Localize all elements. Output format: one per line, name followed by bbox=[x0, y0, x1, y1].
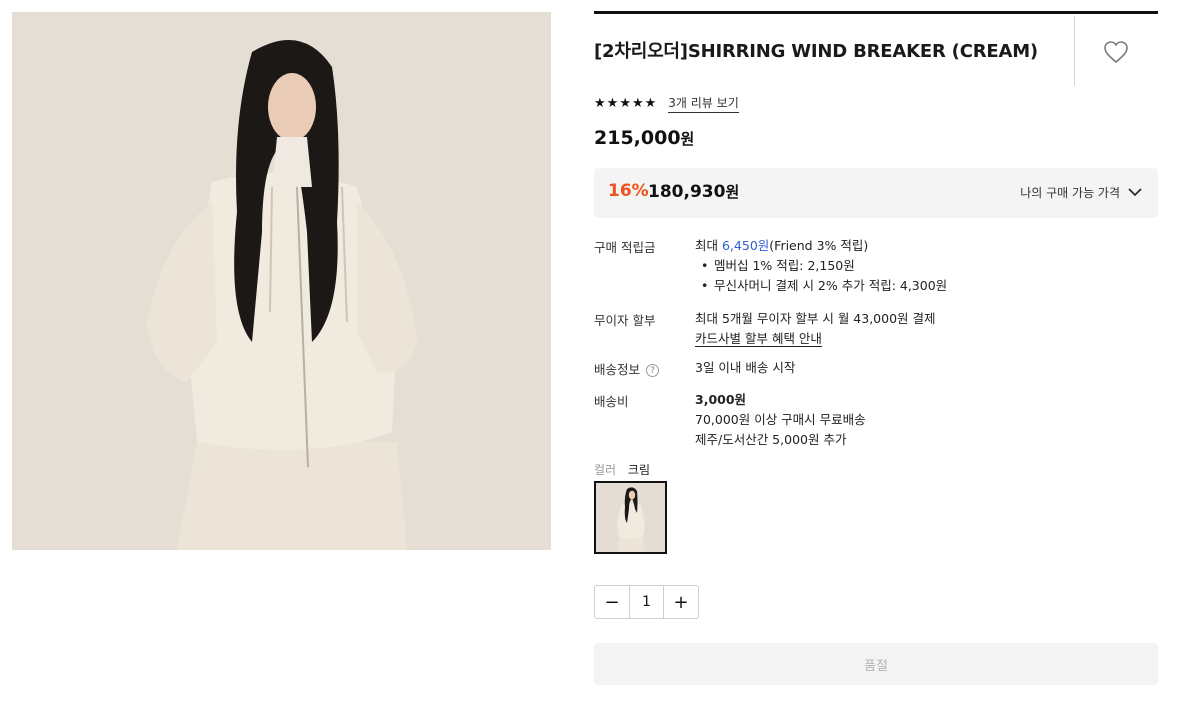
my-price-dropdown[interactable]: 나의 구매 가능 가격 bbox=[1020, 184, 1142, 201]
color-label: 컬러 bbox=[594, 463, 617, 477]
installment-label: 무이자 할부 bbox=[594, 313, 656, 328]
original-price: 215,000원 bbox=[594, 127, 694, 149]
points-prefix: 최대 bbox=[695, 238, 722, 253]
discount-rate: 16% bbox=[608, 181, 649, 201]
swatch-thumbnail bbox=[596, 483, 665, 552]
color-swatch-cream[interactable] bbox=[594, 481, 667, 554]
delivery-label: 배송정보 bbox=[594, 362, 641, 377]
color-value: 크림 bbox=[627, 463, 651, 477]
shipping-fee-amount: 3,000원 bbox=[695, 392, 747, 407]
points-suffix: (Friend 3% 적립) bbox=[769, 238, 869, 253]
question-circle-icon[interactable]: ? bbox=[646, 364, 660, 377]
points-value: 최대 6,450원(Friend 3% 적립) 멤버십 1% 적립: 2,150… bbox=[695, 236, 947, 296]
discount-price: 180,930원 bbox=[648, 181, 739, 202]
discount-price-amount: 180,930 bbox=[648, 182, 726, 202]
title-divider bbox=[1074, 16, 1075, 86]
discount-box: 16% 180,930원 나의 구매 가능 가격 bbox=[594, 168, 1158, 218]
star-icon: ★ bbox=[631, 95, 644, 111]
shipping-fee-label: 배송비 bbox=[594, 394, 629, 409]
quantity-value[interactable]: 1 bbox=[629, 586, 664, 618]
original-price-unit: 원 bbox=[680, 130, 695, 148]
original-price-amount: 215,000 bbox=[594, 127, 681, 149]
my-price-label: 나의 구매 가능 가격 bbox=[1020, 186, 1120, 200]
product-info-panel: [2차리오더]SHIRRING WIND BREAKER (CREAM) ★ ★… bbox=[594, 0, 1158, 707]
product-title: [2차리오더]SHIRRING WIND BREAKER (CREAM) bbox=[594, 41, 1038, 62]
shipping-extra: 제주/도서산간 5,000원 추가 bbox=[695, 432, 847, 447]
installment-value: 최대 5개월 무이자 할부 시 월 43,000원 결제 카드사별 할부 혜택 … bbox=[695, 309, 936, 349]
product-photo-illustration bbox=[12, 12, 551, 550]
points-item-membership: 멤버십 1% 적립: 2,150원 bbox=[701, 256, 947, 276]
installment-benefit-link[interactable]: 카드사별 할부 혜택 안내 bbox=[695, 331, 822, 347]
decrease-quantity-button[interactable]: − bbox=[595, 586, 629, 618]
installment-text: 최대 5개월 무이자 할부 시 월 43,000원 결제 bbox=[695, 311, 936, 326]
points-label: 구매 적립금 bbox=[594, 240, 656, 255]
discount-price-unit: 원 bbox=[725, 183, 740, 201]
points-summary: 최대 6,450원(Friend 3% 적립) bbox=[695, 236, 947, 256]
product-image bbox=[12, 12, 551, 550]
color-row: 컬러 크림 bbox=[594, 461, 650, 478]
review-link[interactable]: 3개 리뷰 보기 bbox=[668, 94, 739, 113]
like-button[interactable] bbox=[1100, 36, 1132, 68]
delivery-value: 3일 이내 배송 시작 bbox=[695, 360, 796, 375]
shipping-fee-value: 3,000원 70,000원 이상 구매시 무료배송 제주/도서산간 5,000… bbox=[695, 390, 866, 450]
heart-outline-icon bbox=[1104, 41, 1128, 64]
points-breakdown: 멤버십 1% 적립: 2,150원 무신사머니 결제 시 2% 추가 적립: 4… bbox=[695, 256, 947, 296]
increase-quantity-button[interactable]: + bbox=[664, 586, 698, 618]
chevron-down-icon bbox=[1128, 188, 1142, 197]
points-max: 6,450원 bbox=[721, 238, 770, 253]
rating-stars: ★ ★ ★ ★ ★ bbox=[594, 96, 656, 112]
soldout-button[interactable]: 품절 bbox=[594, 643, 1158, 685]
star-icon: ★ bbox=[594, 95, 606, 111]
delivery-label-wrap: 배송정보? bbox=[594, 359, 660, 378]
star-icon: ★ bbox=[606, 95, 619, 111]
star-icon: ★ bbox=[619, 95, 631, 111]
points-item-musinsa-money: 무신사머니 결제 시 2% 추가 적립: 4,300원 bbox=[701, 276, 947, 296]
top-divider bbox=[594, 11, 1158, 14]
rating-row: ★ ★ ★ ★ ★ 3개 리뷰 보기 bbox=[594, 94, 739, 113]
quantity-stepper: − 1 + bbox=[594, 585, 699, 619]
shipping-free-condition: 70,000원 이상 구매시 무료배송 bbox=[695, 412, 866, 427]
star-icon: ★ bbox=[644, 95, 657, 111]
